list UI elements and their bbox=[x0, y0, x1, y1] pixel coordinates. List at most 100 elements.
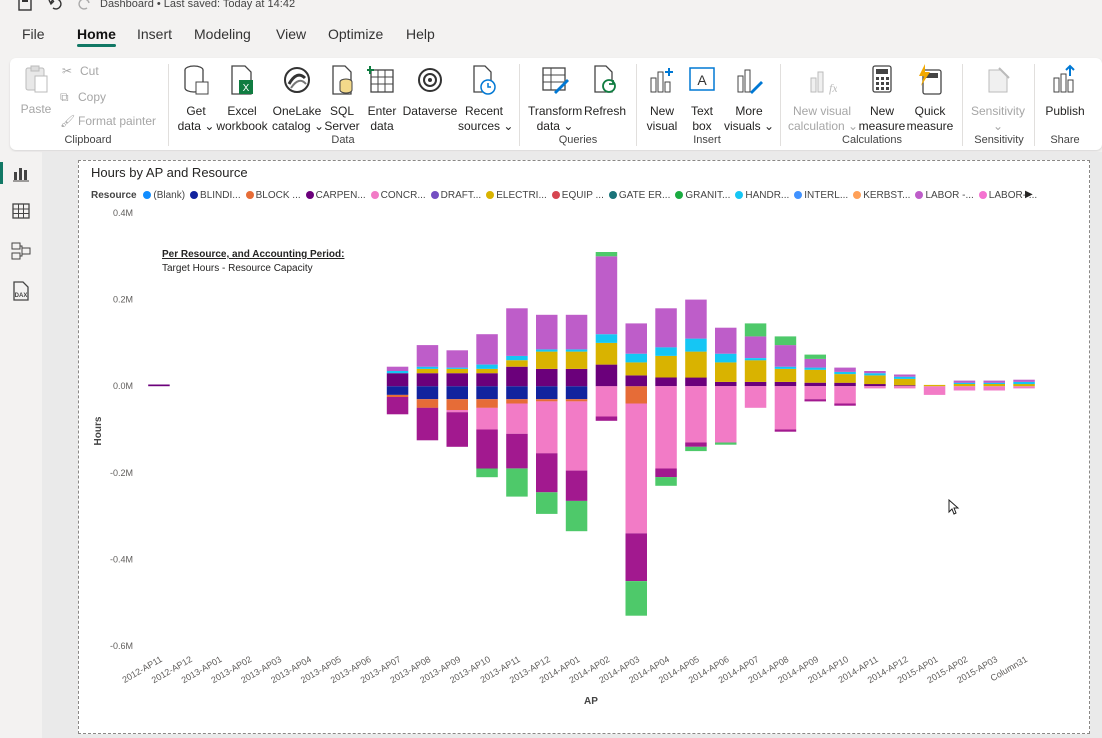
bar-segment[interactable] bbox=[446, 399, 469, 410]
bar-segment[interactable] bbox=[983, 382, 1006, 384]
bar-segment[interactable] bbox=[655, 347, 677, 356]
sensitivity-button[interactable]: Sensitivity ⌄ bbox=[970, 64, 1026, 134]
onelake-catalog-button[interactable]: OneLake catalog ⌄ bbox=[272, 64, 324, 134]
bar-segment[interactable] bbox=[685, 386, 707, 443]
bar-segment[interactable] bbox=[774, 429, 797, 432]
publish-button[interactable]: Publish bbox=[1042, 64, 1088, 119]
bar-segment[interactable] bbox=[536, 399, 558, 402]
text-box-button[interactable]: A Text box bbox=[686, 64, 718, 134]
bar-segment[interactable] bbox=[476, 399, 498, 408]
bar-segment[interactable] bbox=[416, 386, 439, 400]
bar-segment[interactable] bbox=[595, 364, 618, 387]
menu-view[interactable]: View bbox=[276, 26, 306, 42]
bar-segment[interactable] bbox=[476, 468, 498, 478]
quick-measure-button[interactable]: Quick measure bbox=[906, 64, 954, 134]
bar-segment[interactable] bbox=[774, 381, 797, 387]
bar-segment[interactable] bbox=[536, 492, 558, 514]
bar-segment[interactable] bbox=[804, 386, 827, 400]
enter-data-button[interactable]: Enter data bbox=[364, 64, 400, 134]
bar-segment[interactable] bbox=[864, 373, 886, 376]
bar-segment[interactable] bbox=[744, 381, 767, 387]
bar-segment[interactable] bbox=[446, 386, 469, 400]
bar-segment[interactable] bbox=[506, 355, 528, 361]
refresh-button[interactable]: Refresh bbox=[584, 64, 626, 119]
bar-segment[interactable] bbox=[386, 397, 409, 415]
bar-segment[interactable] bbox=[655, 468, 677, 478]
bar-segment[interactable] bbox=[386, 373, 409, 387]
table-view-icon[interactable] bbox=[10, 200, 32, 222]
bar-segment[interactable] bbox=[506, 308, 528, 356]
undo-icon[interactable] bbox=[48, 0, 62, 11]
bar-segment[interactable] bbox=[804, 382, 827, 387]
bar-segment[interactable] bbox=[416, 366, 439, 369]
bar-segment[interactable] bbox=[834, 371, 856, 375]
bar-segment[interactable] bbox=[536, 453, 558, 493]
bar-segment[interactable] bbox=[774, 345, 797, 367]
bar-segment[interactable] bbox=[804, 367, 827, 370]
new-measure-button[interactable]: New measure bbox=[858, 64, 906, 134]
bar-segment[interactable] bbox=[953, 380, 976, 383]
bar-segment[interactable] bbox=[536, 351, 558, 369]
bar-segment[interactable] bbox=[655, 355, 677, 378]
bar-segment[interactable] bbox=[565, 368, 588, 387]
bar-segment[interactable] bbox=[1013, 384, 1035, 387]
bar-segment[interactable] bbox=[565, 314, 588, 350]
bar-segment[interactable] bbox=[476, 373, 498, 387]
bar-segment[interactable] bbox=[744, 386, 767, 408]
bar-segment[interactable] bbox=[744, 323, 767, 337]
bar-segment[interactable] bbox=[625, 403, 648, 534]
bar-segment[interactable] bbox=[625, 533, 648, 581]
bar-segment[interactable] bbox=[953, 384, 976, 387]
bar-segment[interactable] bbox=[1013, 381, 1035, 385]
bar-segment[interactable] bbox=[685, 351, 707, 378]
save-icon[interactable] bbox=[18, 0, 32, 11]
excel-workbook-button[interactable]: X Excel workbook bbox=[216, 64, 268, 134]
bar-segment[interactable] bbox=[864, 371, 886, 374]
bar-segment[interactable] bbox=[953, 386, 976, 391]
bar-segment[interactable] bbox=[834, 367, 856, 372]
bar-segment[interactable] bbox=[446, 350, 469, 368]
bar-segment[interactable] bbox=[744, 336, 767, 358]
new-visual-button[interactable]: New visual bbox=[644, 64, 680, 134]
report-view-icon[interactable] bbox=[10, 162, 32, 184]
bar-segment[interactable] bbox=[864, 375, 886, 385]
bar-segment[interactable] bbox=[506, 433, 528, 469]
bar-segment[interactable] bbox=[774, 386, 797, 430]
bar-segment[interactable] bbox=[386, 394, 409, 398]
format-painter-button[interactable]: 🖌 Format painter bbox=[60, 114, 156, 128]
cut-button[interactable]: ✂ Cut bbox=[62, 64, 99, 78]
dataverse-button[interactable]: Dataverse bbox=[402, 64, 458, 119]
bar-segment[interactable] bbox=[416, 399, 439, 408]
bar-segment[interactable] bbox=[536, 349, 558, 352]
bar-segment[interactable] bbox=[923, 384, 946, 387]
bar-segment[interactable] bbox=[506, 360, 528, 367]
bar-segment[interactable] bbox=[834, 374, 856, 383]
bar-segment[interactable] bbox=[595, 256, 618, 335]
bar-segment[interactable] bbox=[685, 377, 707, 387]
bar-segment[interactable] bbox=[804, 369, 827, 383]
bar-segment[interactable] bbox=[536, 314, 558, 350]
bar-segment[interactable] bbox=[804, 358, 827, 368]
bar-segment[interactable] bbox=[386, 371, 409, 374]
bar-segment[interactable] bbox=[416, 407, 439, 441]
bar-segment[interactable] bbox=[595, 334, 618, 343]
bar-segment[interactable] bbox=[834, 382, 856, 387]
bar-segment[interactable] bbox=[983, 386, 1006, 391]
bar-segment[interactable] bbox=[476, 334, 498, 365]
bar-segment[interactable] bbox=[834, 386, 856, 404]
bar-segment[interactable] bbox=[864, 386, 886, 389]
bar-segment[interactable] bbox=[625, 323, 648, 354]
bar-segment[interactable] bbox=[625, 375, 648, 387]
bar-segment[interactable] bbox=[565, 386, 588, 400]
new-visual-calculation-button[interactable]: fx New visual calculation ⌄ bbox=[788, 64, 858, 134]
bar-segment[interactable] bbox=[715, 353, 737, 363]
redo-icon[interactable] bbox=[78, 0, 92, 11]
bar-segment[interactable] bbox=[1013, 386, 1035, 389]
get-data-button[interactable]: Get data ⌄ bbox=[176, 64, 216, 134]
bar-segment[interactable] bbox=[774, 336, 797, 346]
bar-segment[interactable] bbox=[894, 378, 916, 386]
bar-segment[interactable] bbox=[476, 386, 498, 400]
bar-segment[interactable] bbox=[715, 381, 737, 387]
bar-segment[interactable] bbox=[953, 382, 976, 384]
bar-segment[interactable] bbox=[565, 349, 588, 352]
